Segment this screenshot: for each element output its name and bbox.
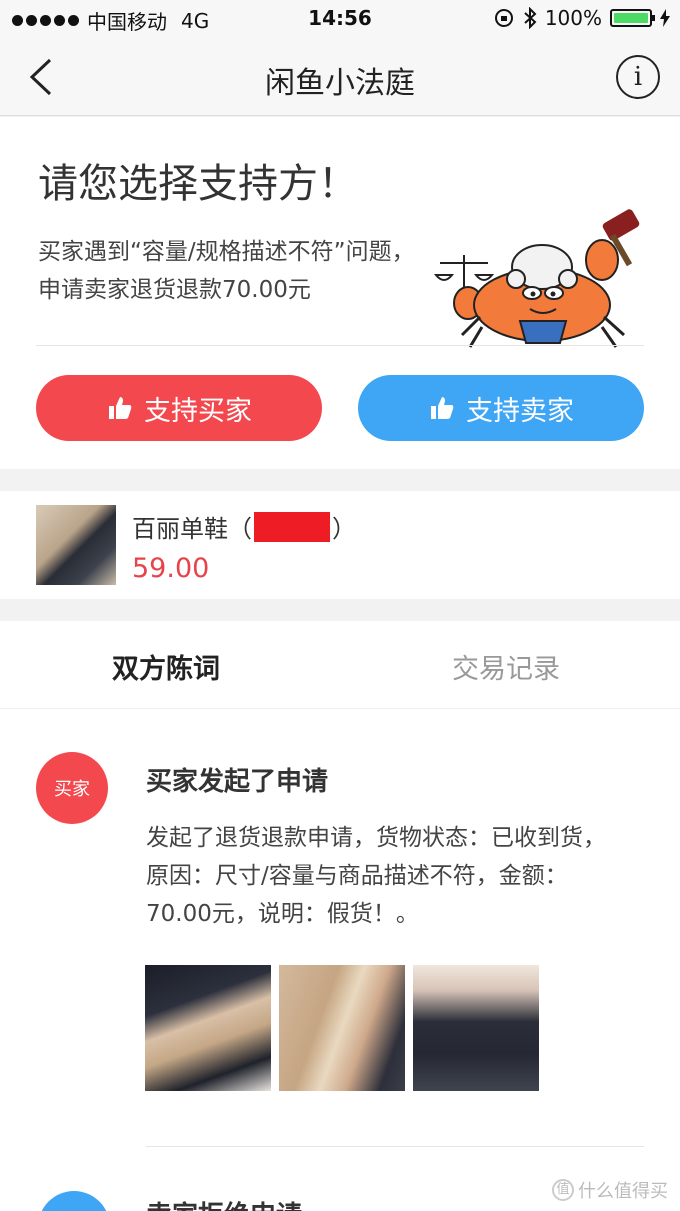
thumbs-up-icon bbox=[431, 397, 454, 419]
watermark-icon: 值 bbox=[552, 1179, 574, 1201]
statement-title: 买家发起了申请 bbox=[146, 767, 329, 797]
statement-body: 发起了退货退款申请，货物状态：已收到货，原因：尺寸/容量与商品描述不符，金额：7… bbox=[146, 825, 606, 927]
tab-statements[interactable]: 双方陈词 bbox=[112, 647, 220, 686]
tab-transaction-records[interactable]: 交易记录 bbox=[452, 647, 560, 686]
product-card[interactable]: 百丽单鞋（ ） 59.00 bbox=[0, 491, 680, 599]
support-seller-label: 支持卖家 bbox=[466, 395, 574, 427]
evidence-photos bbox=[145, 965, 539, 1091]
seller-avatar bbox=[38, 1191, 110, 1211]
watermark-text: 什么值得买 bbox=[578, 1181, 668, 1202]
evidence-photo[interactable] bbox=[413, 965, 539, 1091]
buyer-avatar: 买家 bbox=[36, 752, 108, 824]
page-title: 闲鱼小法庭 bbox=[265, 66, 415, 101]
statements-card: 双方陈词 交易记录 买家 买家发起了申请 发起了退货退款申请，货物状态：已收到货… bbox=[0, 621, 680, 1211]
tab-bar: 双方陈词 交易记录 bbox=[0, 621, 680, 709]
info-icon: i bbox=[633, 62, 643, 92]
product-price: 59.00 bbox=[132, 553, 210, 584]
evidence-photo[interactable] bbox=[279, 965, 405, 1091]
product-name-prefix: 百丽单鞋（ bbox=[132, 515, 252, 543]
product-name: 百丽单鞋（ ） bbox=[132, 509, 356, 544]
divider bbox=[36, 345, 644, 346]
battery-icon bbox=[610, 9, 655, 27]
crab-judge-illustration bbox=[433, 209, 640, 348]
support-choice-card: 请您选择支持方！ 买家遇到“容量/规格描述不符”问题，申请卖家退货退款70.00… bbox=[0, 117, 680, 469]
status-bar: 中国移动 4G 14:56 100% bbox=[0, 0, 680, 38]
product-thumbnail[interactable] bbox=[36, 505, 116, 585]
battery-percent: 100% bbox=[544, 6, 602, 30]
redaction-box bbox=[254, 511, 330, 542]
charging-icon bbox=[660, 9, 670, 27]
nav-bar: 闲鱼小法庭 i bbox=[0, 38, 680, 116]
thumbs-up-icon bbox=[109, 397, 132, 419]
bluetooth-icon bbox=[524, 7, 537, 29]
support-buyer-button[interactable]: 支持买家 bbox=[36, 375, 322, 441]
evidence-photo[interactable] bbox=[145, 965, 271, 1091]
choice-heading: 请您选择支持方！ bbox=[38, 161, 358, 207]
watermark: 值 什么值得买 bbox=[552, 1177, 668, 1203]
info-button[interactable]: i bbox=[616, 55, 660, 99]
product-name-suffix: ） bbox=[332, 515, 356, 543]
support-seller-button[interactable]: 支持卖家 bbox=[358, 375, 644, 441]
rotation-lock-icon bbox=[494, 9, 513, 27]
statement-title: 卖家拒绝申请 bbox=[146, 1195, 302, 1211]
dispute-description: 买家遇到“容量/规格描述不符”问题，申请卖家退货退款70.00元 bbox=[38, 239, 415, 303]
divider bbox=[146, 1146, 644, 1147]
support-buyer-label: 支持买家 bbox=[144, 395, 252, 427]
